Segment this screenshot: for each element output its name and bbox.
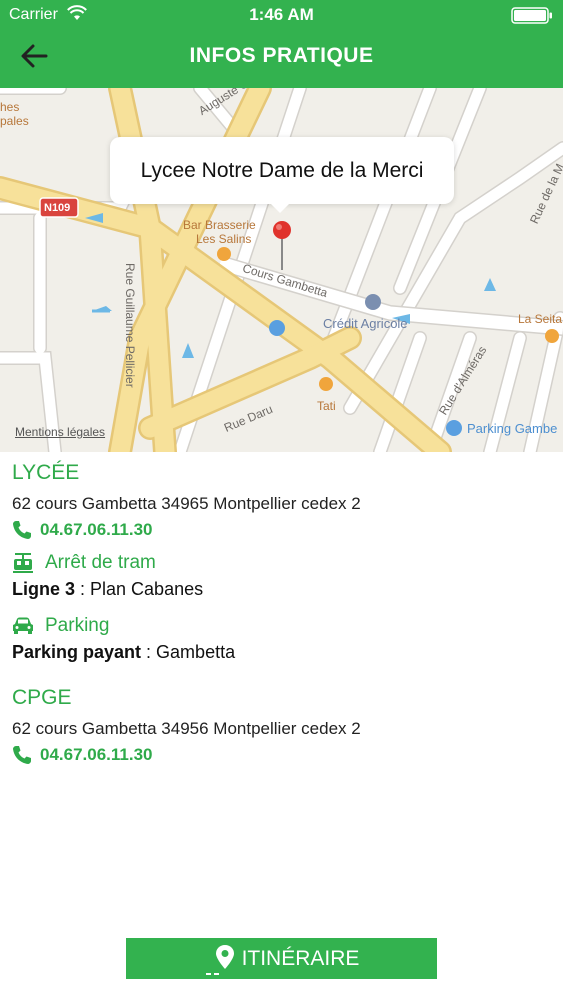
itinerary-label: ITINÉRAIRE xyxy=(241,946,360,970)
parking-type: Parking payant xyxy=(12,642,142,662)
poi-label-tati: Tati xyxy=(317,399,336,413)
shop-icon-2 xyxy=(545,329,559,343)
poi-label-parking: Parking Gambe xyxy=(467,421,558,436)
parking-info: Parking payant : Gambetta xyxy=(12,642,235,663)
parking-label: Parking xyxy=(45,615,110,636)
tram-icon xyxy=(269,320,285,336)
tram-label: Arrêt de tram xyxy=(45,552,156,573)
lycee-title: LYCÉE xyxy=(12,461,80,484)
street-label-guillaume: Rue Guillaume Pellicier xyxy=(123,263,137,388)
car-icon xyxy=(13,617,33,634)
poi-label-credit: Crédit Agricole xyxy=(323,316,408,331)
tram-line: Ligne 3 : Plan Cabanes xyxy=(12,579,203,600)
tram-line-stop: : Plan Cabanes xyxy=(75,579,204,599)
top-bar: Carrier 1:46 AM INFOS PRATIQUE xyxy=(0,0,563,88)
map-pin-icon[interactable] xyxy=(270,220,294,272)
restaurant-icon xyxy=(217,247,231,261)
cpge-title: CPGE xyxy=(12,686,72,709)
shop-icon xyxy=(319,377,333,391)
battery-icon xyxy=(511,7,552,24)
cpge-phone-link[interactable]: 04.67.06.11.30 xyxy=(12,745,153,765)
poi-label-bar: Bar Brasserie xyxy=(183,218,256,232)
parking-name: : Gambetta xyxy=(141,642,236,662)
tram-line-name: Ligne 3 xyxy=(12,579,76,599)
bank-icon xyxy=(365,294,381,310)
tram-row: Arrêt de tram xyxy=(12,552,156,574)
tram-icon xyxy=(13,553,33,573)
poi-label-laseita: La Seita xyxy=(518,312,563,326)
cpge-address: 62 cours Gambetta 34956 Montpellier cede… xyxy=(12,719,361,738)
lycee-phone: 04.67.06.11.30 xyxy=(40,520,153,539)
phone-icon xyxy=(13,521,31,539)
cpge-phone: 04.67.06.11.30 xyxy=(40,745,153,764)
location-pin-icon xyxy=(205,944,234,975)
poi-label-bar2: Les Salins xyxy=(196,232,252,246)
itinerary-button[interactable]: ITINÉRAIRE xyxy=(126,938,437,979)
status-bar: Carrier 1:46 AM xyxy=(0,0,563,30)
road-label-n109: N109 xyxy=(44,202,71,214)
lycee-phone-link[interactable]: 04.67.06.11.30 xyxy=(12,520,153,540)
map-view[interactable]: N109 Auguste Com hes pales Bar Brasserie… xyxy=(0,88,563,452)
lycee-address: 62 cours Gambetta 34965 Montpellier cede… xyxy=(12,494,361,513)
legal-link[interactable]: Mentions légales xyxy=(15,425,105,439)
poi-label-pales: pales xyxy=(0,114,29,128)
page-title: INFOS PRATIQUE xyxy=(189,44,374,67)
parking-map-icon xyxy=(446,420,462,436)
clock: 1:46 AM xyxy=(249,5,314,24)
poi-label-hes: hes xyxy=(0,100,20,114)
map-callout[interactable]: Lycee Notre Dame de la Merci xyxy=(110,137,454,213)
phone-icon xyxy=(13,746,31,764)
parking-row: Parking xyxy=(12,615,109,637)
